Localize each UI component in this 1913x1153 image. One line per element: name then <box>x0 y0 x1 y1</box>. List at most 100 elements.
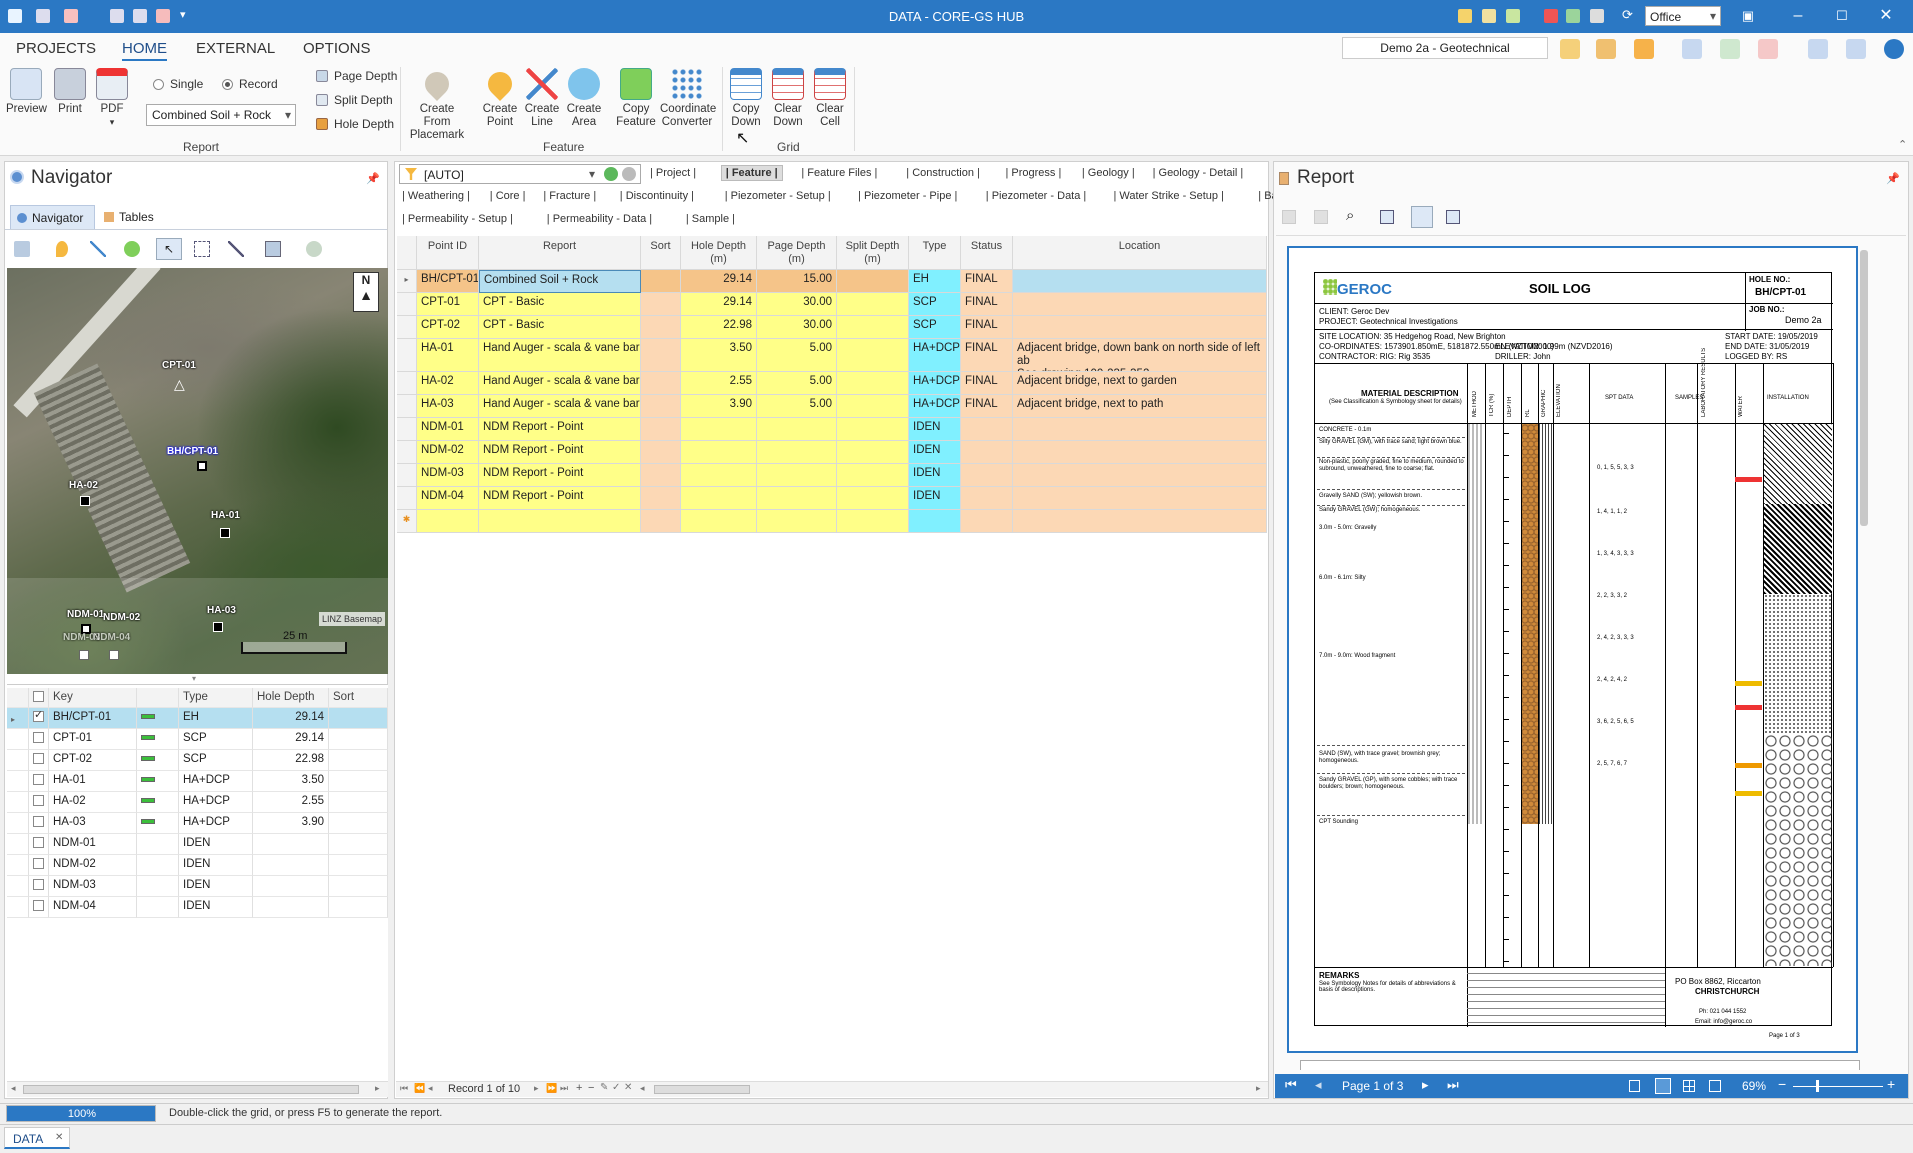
grid-cell-id[interactable]: HA-03 <box>417 395 479 418</box>
line-tool-icon[interactable] <box>90 241 106 257</box>
minimize-button[interactable]: – <box>1786 6 1810 26</box>
grid-col-header[interactable]: Hole Depth (m) <box>681 236 757 270</box>
grid-col-header[interactable]: Point ID <box>417 236 479 270</box>
ndm04-marker-icon[interactable] <box>109 650 119 660</box>
nav-cell-type[interactable]: SCP <box>179 729 253 750</box>
print-button[interactable]: Print <box>52 68 88 116</box>
tab-navigator[interactable]: Navigator <box>10 205 95 229</box>
nav-cell-sort[interactable] <box>329 897 388 918</box>
table-link[interactable]: | Fracture | <box>543 190 596 202</box>
grid-cell-sort[interactable] <box>641 487 681 510</box>
grid-cell-split[interactable] <box>837 372 909 395</box>
table-link[interactable]: | Construction | <box>906 167 980 179</box>
row-checkbox[interactable] <box>33 837 44 848</box>
grid-cell-status[interactable] <box>961 510 1013 533</box>
nav-cell-type[interactable]: IDEN <box>179 876 253 897</box>
grid-cell-status[interactable]: FINAL <box>961 395 1013 418</box>
copy-down-button[interactable]: Copy Down <box>728 68 764 129</box>
map-view[interactable]: N ▲ CPT-01 △ BH/CPT-01 HA-02 HA-01 NDM-01… <box>7 268 388 674</box>
table-link[interactable]: | Permeability - Data | <box>547 213 652 225</box>
nav-cell-type[interactable]: HA+DCP <box>179 813 253 834</box>
cancel-record-icon[interactable]: ✕ <box>624 1082 632 1093</box>
map-label-ha01[interactable]: HA-01 <box>211 510 240 521</box>
tree-tool-icon[interactable] <box>1720 39 1740 59</box>
select-cursor-icon[interactable]: ↖ <box>156 238 182 260</box>
nav-cell-bar[interactable] <box>137 813 179 834</box>
nav-cell-depth[interactable]: 3.50 <box>253 771 329 792</box>
menu-options[interactable]: OPTIONS <box>303 40 371 57</box>
table-link[interactable]: | Weathering | <box>402 190 470 202</box>
grid-cell-sort[interactable] <box>641 339 681 372</box>
export-map-icon[interactable] <box>265 241 281 257</box>
accept-record-icon[interactable]: ✓ <box>612 1082 620 1093</box>
grid-cell-type[interactable]: HA+DCP <box>909 372 961 395</box>
nav-cell-key[interactable]: NDM-01 <box>49 834 137 855</box>
grid-col-header[interactable]: Page Depth (m) <box>757 236 837 270</box>
grid-cell-page[interactable] <box>757 487 837 510</box>
grid-cell-loc[interactable] <box>1013 464 1267 487</box>
nav-col-header[interactable]: Sort <box>329 688 388 708</box>
close-button[interactable]: ✕ <box>1874 6 1898 26</box>
nav-cell-bar[interactable] <box>137 792 179 813</box>
map-label-cpt01[interactable]: CPT-01 <box>162 360 196 371</box>
first-record-icon[interactable]: ⏮ <box>400 1083 408 1094</box>
table-link[interactable]: | Piezometer - Data | <box>986 190 1086 202</box>
collapse-ribbon-icon[interactable]: ⌃ <box>1898 138 1907 151</box>
restore-layout-icon[interactable]: ▣ <box>1736 6 1760 26</box>
grid-cell-status[interactable]: FINAL <box>961 293 1013 316</box>
grid-cell-sort[interactable] <box>641 395 681 418</box>
ha02-marker-icon[interactable] <box>80 496 90 506</box>
nav-cell-depth[interactable] <box>253 855 329 876</box>
grid-cell-hole[interactable]: 29.14 <box>681 293 757 316</box>
menu-home[interactable]: HOME <box>122 40 167 61</box>
grid-cell-id[interactable]: NDM-04 <box>417 487 479 510</box>
grid-cell-id[interactable]: HA-01 <box>417 339 479 372</box>
grid-cell-loc[interactable] <box>1013 441 1267 464</box>
create-point-button[interactable]: Create Point <box>482 67 518 129</box>
grid-cell-page[interactable] <box>757 418 837 441</box>
table-link[interactable]: | Feature | <box>720 165 783 181</box>
grid-cell-page[interactable]: 5.00 <box>757 395 837 418</box>
table-link[interactable]: | Permeability - Setup | <box>402 213 513 225</box>
grid-cell-type[interactable]: HA+DCP <box>909 339 961 372</box>
pin-icon[interactable]: 📌 <box>1886 172 1900 185</box>
last-page-icon[interactable]: ⏭ <box>1447 1077 1459 1093</box>
grid-cell-status[interactable] <box>961 464 1013 487</box>
nav-cell-chk[interactable] <box>29 813 49 834</box>
nav-cell-key[interactable]: HA-02 <box>49 792 137 813</box>
grid-cell-status[interactable] <box>961 418 1013 441</box>
create-from-placemark-button[interactable]: Create From Placemark <box>406 67 468 142</box>
table-link[interactable]: | Geology | <box>1082 167 1135 179</box>
table-link[interactable]: | Core | <box>490 190 526 202</box>
ha01-marker-icon[interactable] <box>220 528 230 538</box>
prev-page-icon[interactable]: ◂ <box>1315 1077 1322 1093</box>
last-record-icon[interactable]: ⏭ <box>560 1083 568 1094</box>
grid-cell-type[interactable]: IDEN <box>909 418 961 441</box>
layout-icon-1[interactable] <box>1808 39 1828 59</box>
grid-cell-split[interactable] <box>837 293 909 316</box>
grid-cell-id[interactable] <box>417 510 479 533</box>
grid-cell-id[interactable]: HA-02 <box>417 372 479 395</box>
grid-cell-page[interactable]: 15.00 <box>757 270 837 293</box>
map-label-bhcpt01[interactable]: BH/CPT-01 <box>167 446 218 457</box>
nav-col-header[interactable]: Key <box>49 688 137 708</box>
toolbar-icon-1[interactable] <box>1458 9 1472 23</box>
grid-cell-report[interactable]: CPT - Basic <box>479 293 641 316</box>
grid-cell-type[interactable] <box>909 510 961 533</box>
nav-cell-depth[interactable] <box>253 876 329 897</box>
grid-cell-page[interactable]: 5.00 <box>757 339 837 372</box>
map-label-ndm01[interactable]: NDM-01 <box>67 609 104 620</box>
grid-cell-report[interactable]: Hand Auger - scala & vane bars <box>479 372 641 395</box>
grid-cell-status[interactable]: FINAL <box>961 316 1013 339</box>
nav-cell-sort[interactable] <box>329 834 388 855</box>
paste-report-icon[interactable] <box>1314 210 1328 224</box>
grid-cell-split[interactable] <box>837 316 909 339</box>
grid-cell-page[interactable] <box>757 464 837 487</box>
map-label-ha02[interactable]: HA-02 <box>69 480 98 491</box>
nav-cell-sort[interactable] <box>329 813 388 834</box>
copy-report-icon[interactable] <box>1282 210 1296 224</box>
grid-cell-report[interactable]: Hand Auger - scala & vane bars <box>479 339 641 372</box>
nav-cell-sort[interactable] <box>329 729 388 750</box>
single-radio[interactable]: Single <box>153 77 203 91</box>
splitter-handle[interactable]: ▾ <box>192 674 196 683</box>
